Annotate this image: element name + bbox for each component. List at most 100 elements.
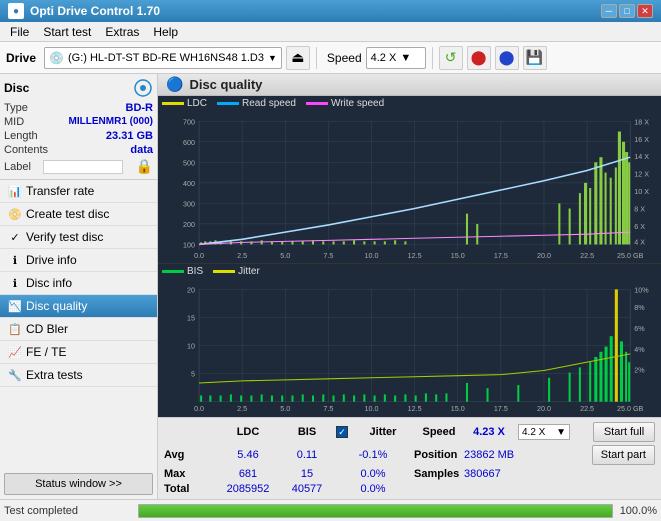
- total-label: Total: [164, 483, 214, 495]
- refresh-button[interactable]: ↺: [439, 46, 463, 70]
- disc-type-label: Type: [4, 102, 28, 114]
- nav-cd-bler-label: CD Bler: [26, 322, 68, 336]
- svg-text:5.0: 5.0: [280, 252, 290, 260]
- nav-drive-info[interactable]: ℹ Drive info: [0, 249, 157, 272]
- svg-text:2.5: 2.5: [237, 404, 247, 413]
- maximize-button[interactable]: □: [619, 4, 635, 18]
- svg-text:16 X: 16 X: [634, 136, 649, 144]
- save-button[interactable]: 💾: [523, 46, 547, 70]
- close-button[interactable]: ✕: [637, 4, 653, 18]
- status-bar: Test completed 100.0%: [0, 499, 661, 521]
- speed-select[interactable]: 4.2 X ▼: [366, 47, 426, 69]
- content-area: 🔵 Disc quality LDC Read speed: [158, 74, 661, 499]
- disc-length-row: Length 23.31 GB: [4, 130, 153, 142]
- avg-bis: 0.11: [282, 449, 332, 461]
- position-label: Position: [414, 449, 464, 461]
- total-bis: 40577: [282, 483, 332, 495]
- nav-create-test-disc-label: Create test disc: [26, 207, 109, 221]
- stats-panel: LDC BIS ✓ Jitter Speed 4.23 X 4.2 X ▼ St…: [158, 417, 661, 499]
- svg-text:15.0: 15.0: [451, 404, 465, 413]
- drive-select[interactable]: 💿 (G:) HL-DT-ST BD-RE WH16NS48 1.D3 ▼: [44, 47, 282, 69]
- status-window-button[interactable]: Status window >>: [4, 473, 153, 495]
- nav-cd-bler[interactable]: 📋 CD Bler: [0, 318, 157, 341]
- toolbar-separator: [316, 47, 317, 69]
- menu-extras[interactable]: Extras: [99, 23, 145, 41]
- svg-text:17.5: 17.5: [494, 404, 508, 413]
- svg-text:600: 600: [183, 139, 195, 147]
- app-title: Opti Drive Control 1.70: [30, 4, 160, 18]
- legend-bis: BIS: [162, 266, 203, 277]
- nav-disc-info[interactable]: ℹ Disc info: [0, 272, 157, 295]
- disc-info-panel: Disc Type BD-R MID MILLENMR1 (000) Lengt…: [0, 74, 157, 180]
- disc-contents-row: Contents data: [4, 144, 153, 156]
- nav-fe-te-label: FE / TE: [26, 345, 66, 359]
- legend-write-speed: Write speed: [306, 98, 384, 109]
- speed-display-select[interactable]: 4.2 X ▼: [518, 424, 570, 440]
- disc-type-row: Type BD-R: [4, 102, 153, 114]
- nav-disc-quality[interactable]: 📉 Disc quality: [0, 295, 157, 318]
- nav-create-test-disc[interactable]: 📀 Create test disc: [0, 203, 157, 226]
- svg-text:100: 100: [183, 242, 195, 250]
- nav-fe-te[interactable]: 📈 FE / TE: [0, 341, 157, 364]
- chart-ldc: 700 600 500 400 300 200 100 18 X 16 X 14…: [158, 111, 661, 260]
- total-ldc: 2085952: [214, 483, 282, 495]
- menu-start-test[interactable]: Start test: [37, 23, 97, 41]
- nav-verify-test-disc-label: Verify test disc: [26, 230, 103, 244]
- nav-disc-info-label: Disc info: [26, 276, 72, 290]
- cd-bler-icon: 📋: [8, 322, 22, 336]
- drive-value: (G:) HL-DT-ST BD-RE WH16NS48 1.D3: [68, 52, 264, 64]
- legend-read-speed: Read speed: [217, 98, 296, 109]
- nav-extra-tests[interactable]: 🔧 Extra tests: [0, 364, 157, 387]
- toolbar: Drive 💿 (G:) HL-DT-ST BD-RE WH16NS48 1.D…: [0, 42, 661, 74]
- nav-disc-quality-label: Disc quality: [26, 299, 87, 313]
- svg-text:15: 15: [187, 313, 195, 322]
- svg-text:20.0: 20.0: [537, 404, 551, 413]
- window-controls: ─ □ ✕: [601, 4, 653, 18]
- nav-drive-info-label: Drive info: [26, 253, 77, 267]
- drive-dropdown-arrow: ▼: [268, 53, 277, 63]
- svg-text:7.5: 7.5: [323, 404, 333, 413]
- sidebar: Disc Type BD-R MID MILLENMR1 (000) Lengt…: [0, 74, 158, 499]
- title-bar-left: ● Opti Drive Control 1.70: [8, 3, 160, 19]
- start-full-button[interactable]: Start full: [593, 422, 655, 442]
- nav-extra-tests-label: Extra tests: [26, 368, 83, 382]
- nav-verify-test-disc[interactable]: ✓ Verify test disc: [0, 226, 157, 249]
- stats-speed-header: Speed: [414, 426, 464, 438]
- disc-contents-label: Contents: [4, 144, 48, 156]
- menu-help[interactable]: Help: [147, 23, 184, 41]
- menu-bar: File Start test Extras Help: [0, 22, 661, 42]
- svg-text:4%: 4%: [634, 345, 645, 354]
- svg-text:12 X: 12 X: [634, 171, 649, 179]
- svg-text:17.5: 17.5: [494, 252, 508, 260]
- svg-text:200: 200: [183, 221, 195, 229]
- disc-label-input[interactable]: [43, 160, 123, 174]
- svg-text:12.5: 12.5: [408, 404, 422, 413]
- nav-transfer-rate[interactable]: 📊 Transfer rate: [0, 180, 157, 203]
- start-part-button[interactable]: Start part: [592, 445, 655, 465]
- red-disc-button[interactable]: ⬤: [467, 46, 491, 70]
- jitter-checkbox[interactable]: ✓: [336, 426, 348, 438]
- svg-text:6 X: 6 X: [634, 223, 645, 231]
- svg-text:22.5: 22.5: [580, 404, 594, 413]
- svg-text:0.0: 0.0: [194, 404, 204, 413]
- speed-display-arrow: ▼: [556, 427, 566, 438]
- svg-text:300: 300: [183, 200, 195, 208]
- svg-text:12.5: 12.5: [408, 252, 422, 260]
- disc-type-value: BD-R: [126, 102, 154, 114]
- disc-quality-icon: 📉: [8, 299, 22, 313]
- stats-jitter-header: Jitter: [352, 426, 414, 438]
- minimize-button[interactable]: ─: [601, 4, 617, 18]
- toolbar-separator-2: [432, 47, 433, 69]
- avg-label: Avg: [164, 449, 214, 461]
- svg-text:0.0: 0.0: [194, 252, 204, 260]
- disc-label-icon[interactable]: 🔒: [136, 158, 153, 175]
- svg-text:6%: 6%: [634, 324, 645, 333]
- eject-button[interactable]: ⏏: [286, 46, 310, 70]
- menu-file[interactable]: File: [4, 23, 35, 41]
- progress-percent: 100.0%: [617, 505, 657, 517]
- disc-length-label: Length: [4, 130, 38, 142]
- chart-bis: 20 15 10 5 10% 8% 6% 4% 2% 0.0 2.5 5.0 7…: [158, 279, 661, 414]
- max-label: Max: [164, 468, 214, 480]
- progress-bar: [138, 504, 613, 518]
- blue-disc-button[interactable]: ⬤: [495, 46, 519, 70]
